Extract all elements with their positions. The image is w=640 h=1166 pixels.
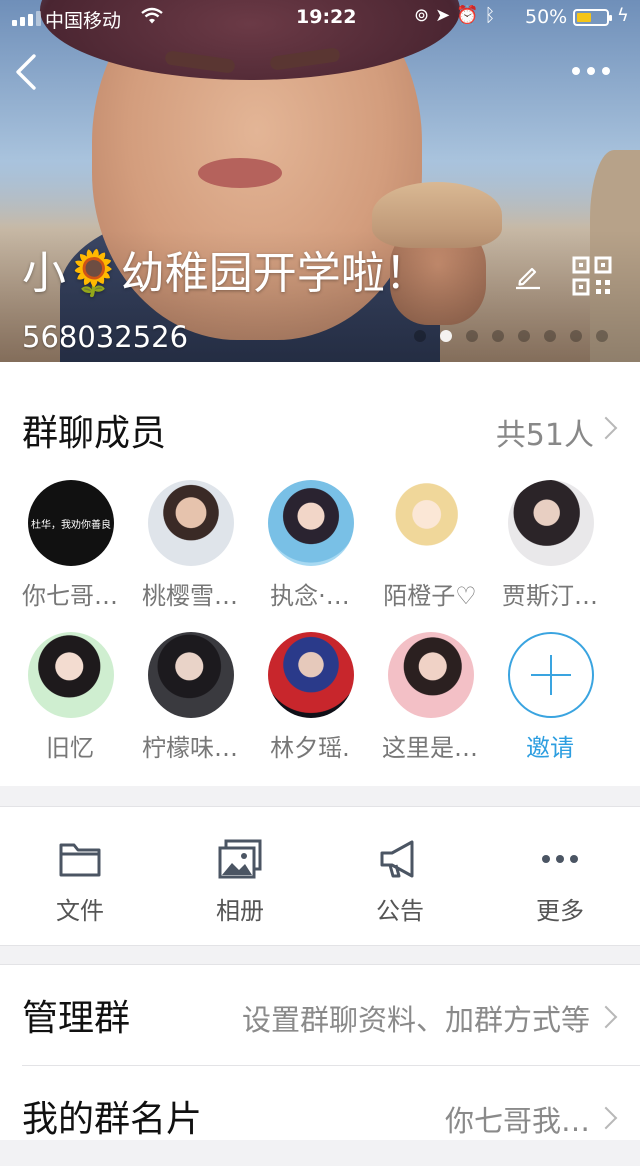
settings-list: 管理群 设置群聊资料、加群方式等 我的群名片 你七哥我… [0,964,640,1140]
location-icon: ➤ [435,5,457,26]
member-name: 林夕瑶. [270,734,350,762]
member-name: 贾斯汀… [502,582,598,610]
dot-icon [602,67,610,75]
member-name: 陌橙子♡ [383,582,477,610]
avatar [388,480,474,566]
member-item[interactable]: 柠檬味… [130,632,250,782]
page-dot [544,330,556,342]
group-cover-photo[interactable]: 中国移动 19:22 ⊚➤⏰ᛒ 50% ϟ 小🌻幼稚园开学啦！ 56803252… [0,0,640,362]
group-name: 小🌻幼稚园开学啦！ [22,248,429,299]
avatar: 杜华，我劝你善良 [28,480,114,566]
more-button[interactable]: 更多 [480,807,640,945]
announcement-label: 公告 [376,897,424,925]
group-tools: 文件 相册 公告 更多 [0,806,640,946]
chevron-left-icon [16,54,36,90]
cover-page-indicator [414,330,608,342]
more-label: 更多 [536,897,584,925]
page-dot [596,330,608,342]
album-label: 相册 [216,897,264,925]
alarm-icon: ⏰ [456,5,485,26]
more-icon [542,855,578,863]
avatar [148,480,234,566]
member-name: 柠檬味… [142,734,238,762]
battery-percent: 50% [525,6,568,28]
members-title: 群聊成员 [22,413,167,454]
manage-group-title: 管理群 [22,998,131,1039]
page-dot [518,330,530,342]
page-dot [492,330,504,342]
rotation-lock-icon: ⊚ [414,5,436,26]
files-button[interactable]: 文件 [0,807,160,945]
avatar [148,632,234,718]
avatar-caption: 杜华，我劝你善良 [31,519,111,531]
wifi-icon [140,6,164,31]
avatar [28,632,114,718]
member-item[interactable]: 执念·… [250,480,370,630]
more-options-button[interactable] [572,56,622,86]
manage-group-value: 设置群聊资料、加群方式等 [241,1003,590,1037]
status-bar: 中国移动 19:22 ⊚➤⏰ᛒ 50% ϟ [0,0,640,36]
announcement-button[interactable]: 公告 [320,807,480,945]
avatar [268,632,354,718]
files-label: 文件 [56,897,104,925]
dot-icon [572,67,580,75]
member-name: 这里是… [382,734,478,762]
members-section: 群聊成员 共51人 杜华，我劝你善良 你七哥… 桃樱雪… 执念·… 陌橙子♡ 贾… [0,362,640,786]
charging-icon: ϟ [617,5,629,26]
carrier-name: 中国移动 [45,10,122,32]
member-name: 旧忆 [46,734,94,762]
pencil-icon [516,267,540,290]
chevron-right-icon [594,1106,618,1130]
page-dot [440,330,452,342]
album-icon [218,839,262,879]
album-button[interactable]: 相册 [160,807,320,945]
my-group-card-value: 你七哥我… [444,1104,590,1138]
member-name: 桃樱雪… [142,582,238,610]
bluetooth-icon: ᛒ [484,5,502,26]
qr-code-button[interactable] [572,256,612,296]
edit-name-button[interactable] [512,259,544,291]
folder-icon [59,843,101,877]
member-count: 共51人 [495,418,594,453]
member-item[interactable]: 这里是… [370,632,490,782]
plus-icon [531,655,571,695]
avatar [508,480,594,566]
manage-group-row[interactable]: 管理群 设置群聊资料、加群方式等 [0,965,640,1065]
invite-button[interactable]: 邀请 [490,632,610,782]
qr-code-icon [572,256,612,296]
member-item[interactable]: 桃樱雪… [130,480,250,630]
member-item[interactable]: 旧忆 [10,632,130,782]
member-item[interactable]: 杜华，我劝你善良 你七哥… [10,480,130,630]
clock-time: 19:22 [296,6,357,28]
battery-icon [573,9,612,26]
status-icons: ⊚➤⏰ᛒ [414,5,501,26]
back-button[interactable] [10,50,50,94]
megaphone-icon [380,840,414,878]
chevron-right-icon [594,1005,618,1029]
invite-label: 邀请 [526,734,574,762]
member-item[interactable]: 陌橙子♡ [370,480,490,630]
invite-circle [508,632,594,718]
my-group-card-title: 我的群名片 [22,1099,203,1140]
chevron-right-icon [594,416,618,440]
member-item[interactable]: 林夕瑶. [250,632,370,782]
member-item[interactable]: 贾斯汀… [490,480,610,630]
member-name: 你七哥… [22,582,118,610]
dot-icon [587,67,595,75]
member-name: 执念·… [270,582,350,610]
avatar [388,632,474,718]
cover-mouth [198,158,282,188]
page-dot [570,330,582,342]
group-number: 568032526 [22,320,189,354]
avatar [268,480,354,566]
my-group-card-row[interactable]: 我的群名片 你七哥我… [0,1066,640,1166]
page-dot [466,330,478,342]
battery-fill [577,13,591,22]
members-header[interactable]: 群聊成员 共51人 [0,362,640,474]
page-dot [414,330,426,342]
signal-icon [12,11,41,26]
